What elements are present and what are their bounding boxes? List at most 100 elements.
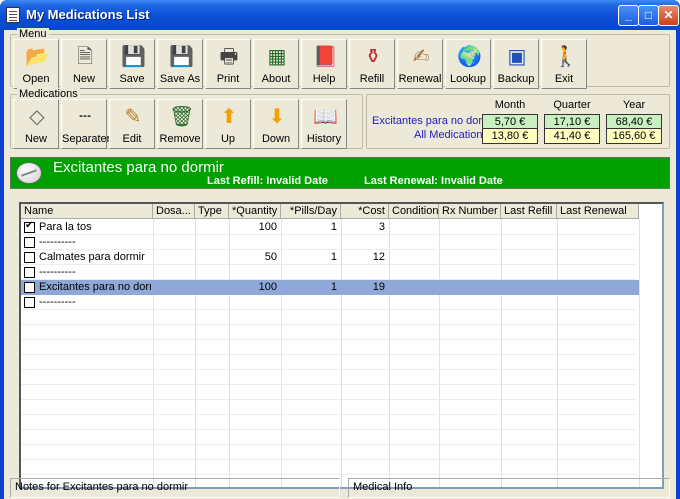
backup-icon: ▣	[507, 44, 527, 68]
grid-row-line	[21, 474, 637, 475]
close-button[interactable]: ✕	[658, 5, 679, 26]
column-last-renewal[interactable]: Last Renewal	[557, 204, 639, 219]
save-button[interactable]: 💾 Save	[109, 39, 155, 89]
column-rx-number[interactable]: Rx Number	[439, 204, 501, 219]
row-cost: 19	[372, 281, 385, 293]
table-row[interactable]: Calmates para dormir 50 1 12	[21, 250, 639, 265]
row-checkbox[interactable]	[24, 220, 35, 233]
new-label: New	[24, 133, 47, 145]
row-checkbox[interactable]	[24, 282, 35, 293]
table-row[interactable]: Excitantes para no dormir 100 1 19	[21, 280, 639, 295]
row-quantity	[229, 295, 281, 310]
medications-table[interactable]: Name Dosa... Type *Quantity *Pills/Day *…	[19, 202, 664, 489]
separater-button[interactable]: ┄ Separater	[61, 99, 110, 149]
new-button[interactable]: ◇ New	[13, 99, 59, 149]
edit-button[interactable]: ✎ Edit	[109, 99, 155, 149]
save-as-button[interactable]: 💾 Save As	[157, 39, 203, 89]
help-button[interactable]: 📕 Help	[301, 39, 347, 89]
row-quantity: 50	[264, 251, 277, 263]
grid-row-line	[21, 384, 637, 385]
refill-label: Refill	[359, 73, 385, 85]
column-type[interactable]: Type	[195, 204, 229, 219]
row-checkbox[interactable]	[24, 297, 35, 308]
separator-icon: ┄	[78, 104, 92, 128]
row-pills-per-day	[281, 235, 341, 250]
selected-medication-banner: Excitantes para no dormir Last Refill: I…	[10, 157, 670, 189]
remove-button[interactable]: 🗑 Remove	[157, 99, 203, 149]
help-label: Help	[312, 73, 336, 85]
column-pills-per-day[interactable]: *Pills/Day	[281, 204, 341, 219]
medical-info-pane[interactable]: Medical Info	[348, 478, 670, 498]
banner-title: Excitantes para no dormir	[53, 159, 224, 176]
up-button[interactable]: ⬆ Up	[205, 99, 251, 149]
row-pills-per-day	[281, 295, 341, 310]
row-cost: 12	[372, 251, 385, 263]
row-cost: 3	[378, 221, 385, 233]
column-last-refill[interactable]: Last Refill	[501, 204, 557, 219]
new-document-icon: 🗎	[76, 44, 94, 68]
lookup-button[interactable]: 🌍 Lookup	[445, 39, 491, 89]
row-name: ----------	[39, 296, 76, 308]
new-label: New	[72, 73, 95, 85]
row-pills-per-day	[281, 265, 341, 280]
print-label: Print	[216, 73, 240, 85]
column-quantity[interactable]: *Quantity	[229, 204, 281, 219]
title-bar[interactable]: My Medications List _ □ ✕	[0, 0, 680, 30]
about-icon: ▦	[267, 44, 287, 68]
grid-row-line	[21, 399, 637, 400]
backup-button[interactable]: ▣ Backup	[493, 39, 539, 89]
table-header: Name Dosa... Type *Quantity *Pills/Day *…	[21, 204, 639, 219]
save-as-icon: 💾	[169, 44, 194, 68]
column-condition[interactable]: Condition	[389, 204, 439, 219]
open-button[interactable]: 📂 Open	[13, 39, 59, 89]
refill-button[interactable]: ⚱ Refill	[349, 39, 395, 89]
client-area: Menu 📂 Open 🗎 New 💾 Save 💾 Save As 🖶 Print ▦ About 📕…	[4, 28, 676, 499]
notes-pane[interactable]: Notes for Excitantes para no dormir	[10, 478, 340, 498]
renewal-button[interactable]: ✍ Renewal	[397, 39, 443, 89]
grid-row-line	[21, 414, 637, 415]
row-pills-per-day: 1	[330, 281, 337, 293]
history-button[interactable]: 📖 History	[301, 99, 347, 149]
last-renewal-text: Last Renewal: Invalid Date	[364, 175, 503, 187]
open-label: Open	[22, 73, 50, 85]
row-quantity: 100	[258, 281, 277, 293]
column-name[interactable]: Name	[21, 204, 153, 219]
status-bar: Notes for Excitantes para no dormir Medi…	[10, 476, 670, 498]
month-header: Month	[494, 99, 526, 111]
maximize-button[interactable]: □	[638, 5, 659, 26]
row-checkbox[interactable]	[24, 252, 35, 263]
exit-button[interactable]: 🚶 Exit	[541, 39, 587, 89]
save-label: Save	[119, 73, 145, 85]
trash-icon: 🗑	[169, 104, 195, 128]
row-checkbox[interactable]	[24, 267, 35, 278]
column-dosage[interactable]: Dosa...	[153, 204, 195, 219]
table-row[interactable]: ----------	[21, 265, 639, 280]
table-row[interactable]: Para la tos 100 1 3	[21, 220, 639, 235]
about-button[interactable]: ▦ About	[253, 39, 299, 89]
new-button[interactable]: 🗎 New	[61, 39, 107, 89]
row-cost	[341, 295, 389, 310]
table-row[interactable]: ----------	[21, 235, 639, 250]
folder-open-icon: 📂	[25, 44, 50, 68]
column-cost[interactable]: *Cost	[341, 204, 389, 219]
down-label: Down	[261, 133, 291, 145]
new-medication-icon: ◇	[29, 104, 45, 128]
row-name: Excitantes para no dormir	[39, 281, 151, 293]
last-refill-text: Last Refill: Invalid Date	[207, 175, 329, 187]
table-row[interactable]: ----------	[21, 295, 639, 310]
row-cost	[341, 235, 389, 250]
down-button[interactable]: ⬇ Down	[253, 99, 299, 149]
print-button[interactable]: 🖶 Print	[205, 39, 251, 89]
minimize-button[interactable]: _	[618, 5, 639, 26]
row-name: ----------	[39, 236, 76, 248]
grid-row-line	[21, 354, 637, 355]
exit-icon: 🚶	[553, 44, 578, 68]
row-name: Para la tos	[39, 221, 92, 233]
all-month-cost: 13,80 €	[482, 128, 538, 144]
arrow-up-icon: ⬆	[220, 104, 238, 128]
globe-icon: 🌍	[457, 44, 482, 68]
row-checkbox[interactable]	[24, 237, 35, 248]
grid-row-line	[21, 444, 637, 445]
all-year-cost: 165,60 €	[606, 128, 662, 144]
grid-row-line	[21, 369, 637, 370]
